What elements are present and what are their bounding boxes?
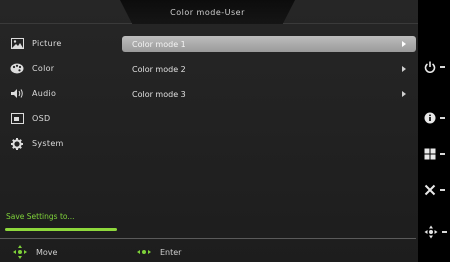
speaker-icon: [10, 88, 24, 100]
key-dash: [440, 66, 445, 68]
sidebar-item-system[interactable]: System: [0, 131, 118, 156]
sidebar-item-label: OSD: [32, 114, 51, 123]
move-navigation-icon: [13, 245, 27, 259]
hardware-key-strip: [418, 0, 450, 262]
chevron-right-icon: [402, 91, 406, 97]
info-key[interactable]: [424, 110, 448, 126]
save-progress-bar: [5, 228, 117, 231]
menu-key[interactable]: [424, 146, 448, 162]
picture-icon: [10, 38, 24, 50]
sidebar-item-label: System: [32, 139, 64, 148]
osd-icon: [10, 113, 24, 125]
enter-navigation-icon: [137, 250, 151, 254]
chevron-right-icon: [402, 66, 406, 72]
row-label: Color mode 2: [132, 64, 186, 74]
color-mode-3-row[interactable]: Color mode 3: [122, 86, 416, 102]
navigation-key[interactable]: [424, 224, 448, 240]
sidebar-item-label: Color: [32, 64, 55, 73]
sidebar-item-audio[interactable]: Audio: [0, 81, 118, 106]
close-icon: [424, 184, 436, 196]
sidebar-item-label: Audio: [32, 89, 57, 98]
menu-icon: [424, 148, 436, 160]
title-divider-left: [0, 23, 132, 24]
power-key[interactable]: [424, 59, 448, 75]
enter-hint: Enter: [136, 244, 181, 260]
power-icon: [424, 61, 436, 73]
move-hint: Move: [12, 244, 57, 260]
palette-icon: [10, 63, 24, 75]
title-divider-right: [283, 23, 420, 24]
enter-label: Enter: [160, 247, 182, 257]
save-progress-fill: [5, 228, 117, 231]
navigation-icon: [424, 225, 438, 239]
color-mode-list: Color mode 1 Color mode 2 Color mode 3: [122, 36, 416, 111]
osd-menu: Color mode-User Picture Color Audio OSD: [0, 0, 420, 262]
info-icon: [424, 112, 436, 124]
save-settings-label[interactable]: Save Settings to...: [6, 212, 75, 221]
key-dash: [440, 153, 445, 155]
sidebar-item-osd[interactable]: OSD: [0, 106, 118, 131]
sidebar-item-color[interactable]: Color: [0, 56, 118, 81]
sidebar-item-picture[interactable]: Picture: [0, 31, 118, 56]
chevron-right-icon: [402, 41, 406, 47]
gear-icon: [10, 137, 24, 150]
sidebar: Picture Color Audio OSD System: [0, 31, 118, 156]
key-dash: [440, 117, 445, 119]
key-dash: [442, 231, 447, 233]
sidebar-item-label: Picture: [32, 39, 62, 48]
move-label: Move: [36, 247, 58, 257]
footer-divider: [0, 238, 416, 239]
key-dash: [440, 189, 445, 191]
osd-title: Color mode-User: [120, 0, 295, 24]
close-key[interactable]: [424, 182, 448, 198]
row-label: Color mode 1: [132, 39, 186, 49]
row-label: Color mode 3: [132, 89, 186, 99]
color-mode-1-row[interactable]: Color mode 1: [122, 36, 416, 52]
color-mode-2-row[interactable]: Color mode 2: [122, 61, 416, 77]
